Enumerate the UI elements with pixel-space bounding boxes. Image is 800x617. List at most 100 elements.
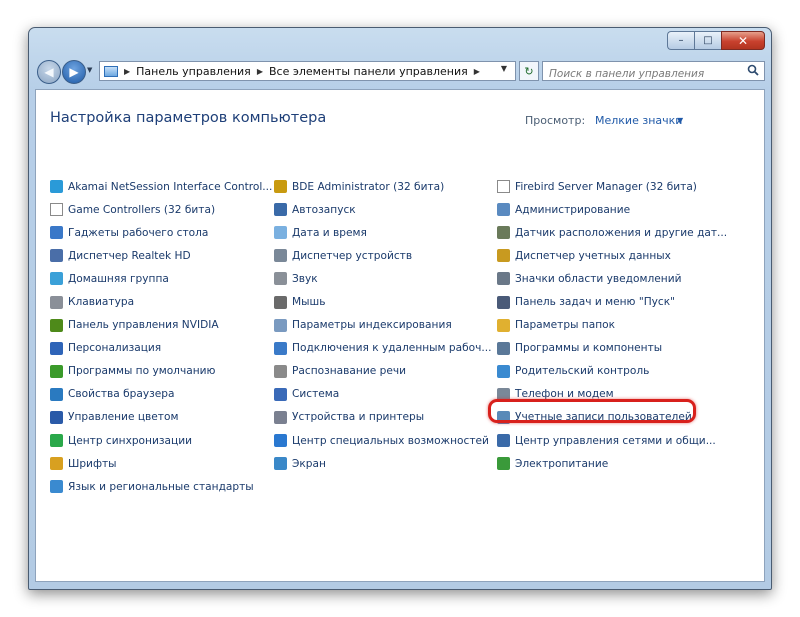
control-panel-item-label: Akamai NetSession Interface Control...	[68, 180, 273, 193]
control-panel-item[interactable]: Шрифты	[50, 452, 272, 475]
control-panel-item[interactable]: Диспетчер устройств	[274, 244, 492, 267]
control-panel-item-label: Звук	[292, 272, 318, 285]
search-box[interactable]	[542, 61, 765, 82]
control-panel-item[interactable]: Экран	[274, 452, 492, 475]
control-panel-item[interactable]: Панель управления NVIDIA	[50, 314, 272, 337]
control-panel-item-label: Параметры папок	[515, 319, 616, 332]
control-panel-item[interactable]: Параметры индексирования	[274, 314, 492, 337]
close-button[interactable]: ✕	[721, 31, 765, 50]
control-panel-item-label: Клавиатура	[68, 296, 135, 309]
items-column-1: Akamai NetSession Interface Control... Ga…	[50, 175, 272, 498]
control-panel-item[interactable]: Значки области уведомлений	[497, 267, 727, 290]
forward-button[interactable]: ▶	[62, 60, 86, 84]
breadcrumb-all-items[interactable]: Все элементы панели управления	[269, 65, 468, 78]
control-panel-window: – □ ✕ ◀ ▶ ▼ ▶ Панель управления ▶ Все эл…	[28, 27, 772, 590]
control-panel-item-label: Подключения к удаленным рабоч...	[292, 342, 492, 355]
color-management-icon	[50, 410, 63, 424]
notification-icons-icon	[497, 272, 510, 286]
control-panel-item[interactable]: BDE Administrator (32 бита)	[274, 175, 492, 198]
control-panel-item[interactable]: Firebird Server Manager (32 бита)	[497, 175, 727, 198]
control-panel-item[interactable]: Язык и региональные стандарты	[50, 475, 272, 498]
breadcrumb-separator-icon[interactable]: ▶	[474, 67, 480, 76]
control-panel-item[interactable]: Датчик расположения и другие дат...	[497, 221, 727, 244]
breadcrumb-control-panel[interactable]: Панель управления	[136, 65, 251, 78]
control-panel-item[interactable]: Персонализация	[50, 337, 272, 360]
control-panel-item[interactable]: Свойства браузера	[50, 383, 272, 406]
breadcrumb-separator-icon[interactable]: ▶	[257, 67, 263, 76]
control-panel-item[interactable]: Электропитание	[497, 452, 727, 475]
control-panel-item[interactable]: Дата и время	[274, 221, 492, 244]
network-center-icon	[497, 434, 510, 448]
address-bar[interactable]: ▶ Панель управления ▶ Все элементы панел…	[99, 61, 516, 81]
control-panel-item[interactable]: Гаджеты рабочего стола	[50, 221, 272, 244]
control-panel-item[interactable]: Автозапуск	[274, 198, 492, 221]
refresh-icon: ↻	[524, 64, 534, 78]
control-panel-item[interactable]: Устройства и принтеры	[274, 406, 492, 429]
control-panel-item[interactable]: Akamai NetSession Interface Control...	[50, 175, 272, 198]
control-panel-item[interactable]: Звук	[274, 267, 492, 290]
maximize-button[interactable]: □	[694, 31, 721, 50]
control-panel-item[interactable]: Мышь	[274, 290, 492, 313]
breadcrumb-separator-icon[interactable]: ▶	[124, 67, 130, 76]
bde-icon	[274, 180, 287, 194]
control-panel-item[interactable]: Управление цветом	[50, 406, 272, 429]
control-panel-item-label: Распознавание речи	[292, 365, 406, 378]
control-panel-item[interactable]: Центр специальных возможностей	[274, 429, 492, 452]
control-panel-item[interactable]: Центр синхронизации	[50, 429, 272, 452]
view-dropdown-icon[interactable]: ▼	[677, 116, 683, 125]
control-panel-item-label: Домашняя группа	[68, 272, 169, 285]
recent-pages-dropdown-icon[interactable]: ▼	[87, 66, 92, 74]
minimize-button[interactable]: –	[667, 31, 694, 50]
nvidia-icon	[50, 318, 63, 332]
control-panel-item-label: Система	[292, 388, 340, 401]
control-panel-item-label: BDE Administrator (32 бита)	[292, 180, 445, 193]
items-column-2: BDE Administrator (32 бита) Автозапуск Дат…	[274, 175, 492, 475]
ease-of-access-icon	[274, 434, 287, 448]
control-panel-item[interactable]: Клавиатура	[50, 290, 272, 313]
folder-options-icon	[497, 318, 510, 332]
control-panel-item[interactable]: Панель задач и меню "Пуск"	[497, 290, 727, 313]
address-dropdown-icon[interactable]: ▼	[501, 64, 507, 73]
control-panel-item[interactable]: Центр управления сетями и общи...	[497, 429, 727, 452]
control-panel-item-label: Программы по умолчанию	[68, 365, 216, 378]
search-icon[interactable]	[747, 64, 759, 76]
control-panel-item-label: Диспетчер Realtek HD	[68, 249, 191, 262]
control-panel-item[interactable]: Диспетчер Realtek HD	[50, 244, 272, 267]
control-panel-item[interactable]: Программы и компоненты	[497, 337, 727, 360]
control-panel-item-label: Диспетчер учетных данных	[515, 249, 671, 262]
system-icon	[274, 387, 287, 401]
control-panel-item[interactable]: Параметры папок	[497, 314, 727, 337]
control-panel-item[interactable]: Администрирование	[497, 198, 727, 221]
control-panel-item[interactable]: Подключения к удаленным рабоч...	[274, 337, 492, 360]
fonts-icon	[50, 457, 63, 471]
control-panel-item-label: Значки области уведомлений	[515, 272, 682, 285]
control-panel-item[interactable]: Распознавание речи	[274, 360, 492, 383]
control-panel-item[interactable]: Программы по умолчанию	[50, 360, 272, 383]
control-panel-icon	[104, 65, 118, 77]
control-panel-item-label: Язык и региональные стандарты	[68, 480, 254, 493]
control-panel-item[interactable]: Домашняя группа	[50, 267, 272, 290]
control-panel-item[interactable]: Диспетчер учетных данных	[497, 244, 727, 267]
control-panel-item-label: Экран	[292, 457, 326, 470]
location-sensor-icon	[497, 226, 510, 240]
control-panel-item-label: Firebird Server Manager (32 бита)	[515, 180, 697, 193]
control-panel-item[interactable]: Родительский контроль	[497, 360, 727, 383]
search-input[interactable]	[549, 66, 739, 82]
credential-manager-icon	[497, 249, 510, 263]
display-icon	[274, 457, 287, 471]
homegroup-icon	[50, 272, 63, 286]
view-mode-selector[interactable]: Мелкие значки	[595, 114, 682, 127]
back-button[interactable]: ◀	[37, 60, 61, 84]
caption-buttons: – □ ✕	[667, 31, 765, 50]
printers-icon	[274, 410, 287, 424]
akamai-icon	[50, 180, 63, 194]
taskbar-icon	[497, 295, 510, 309]
control-panel-item-label: Персонализация	[68, 342, 162, 355]
control-panel-item[interactable]: Game Controllers (32 бита)	[50, 198, 272, 221]
control-panel-item[interactable]: Система	[274, 383, 492, 406]
administrative-tools-icon	[497, 203, 510, 217]
sound-icon	[274, 272, 287, 286]
forward-arrow-icon: ▶	[69, 65, 79, 79]
control-panel-item-label: Управление цветом	[68, 411, 179, 424]
refresh-button[interactable]: ↻	[519, 61, 539, 81]
